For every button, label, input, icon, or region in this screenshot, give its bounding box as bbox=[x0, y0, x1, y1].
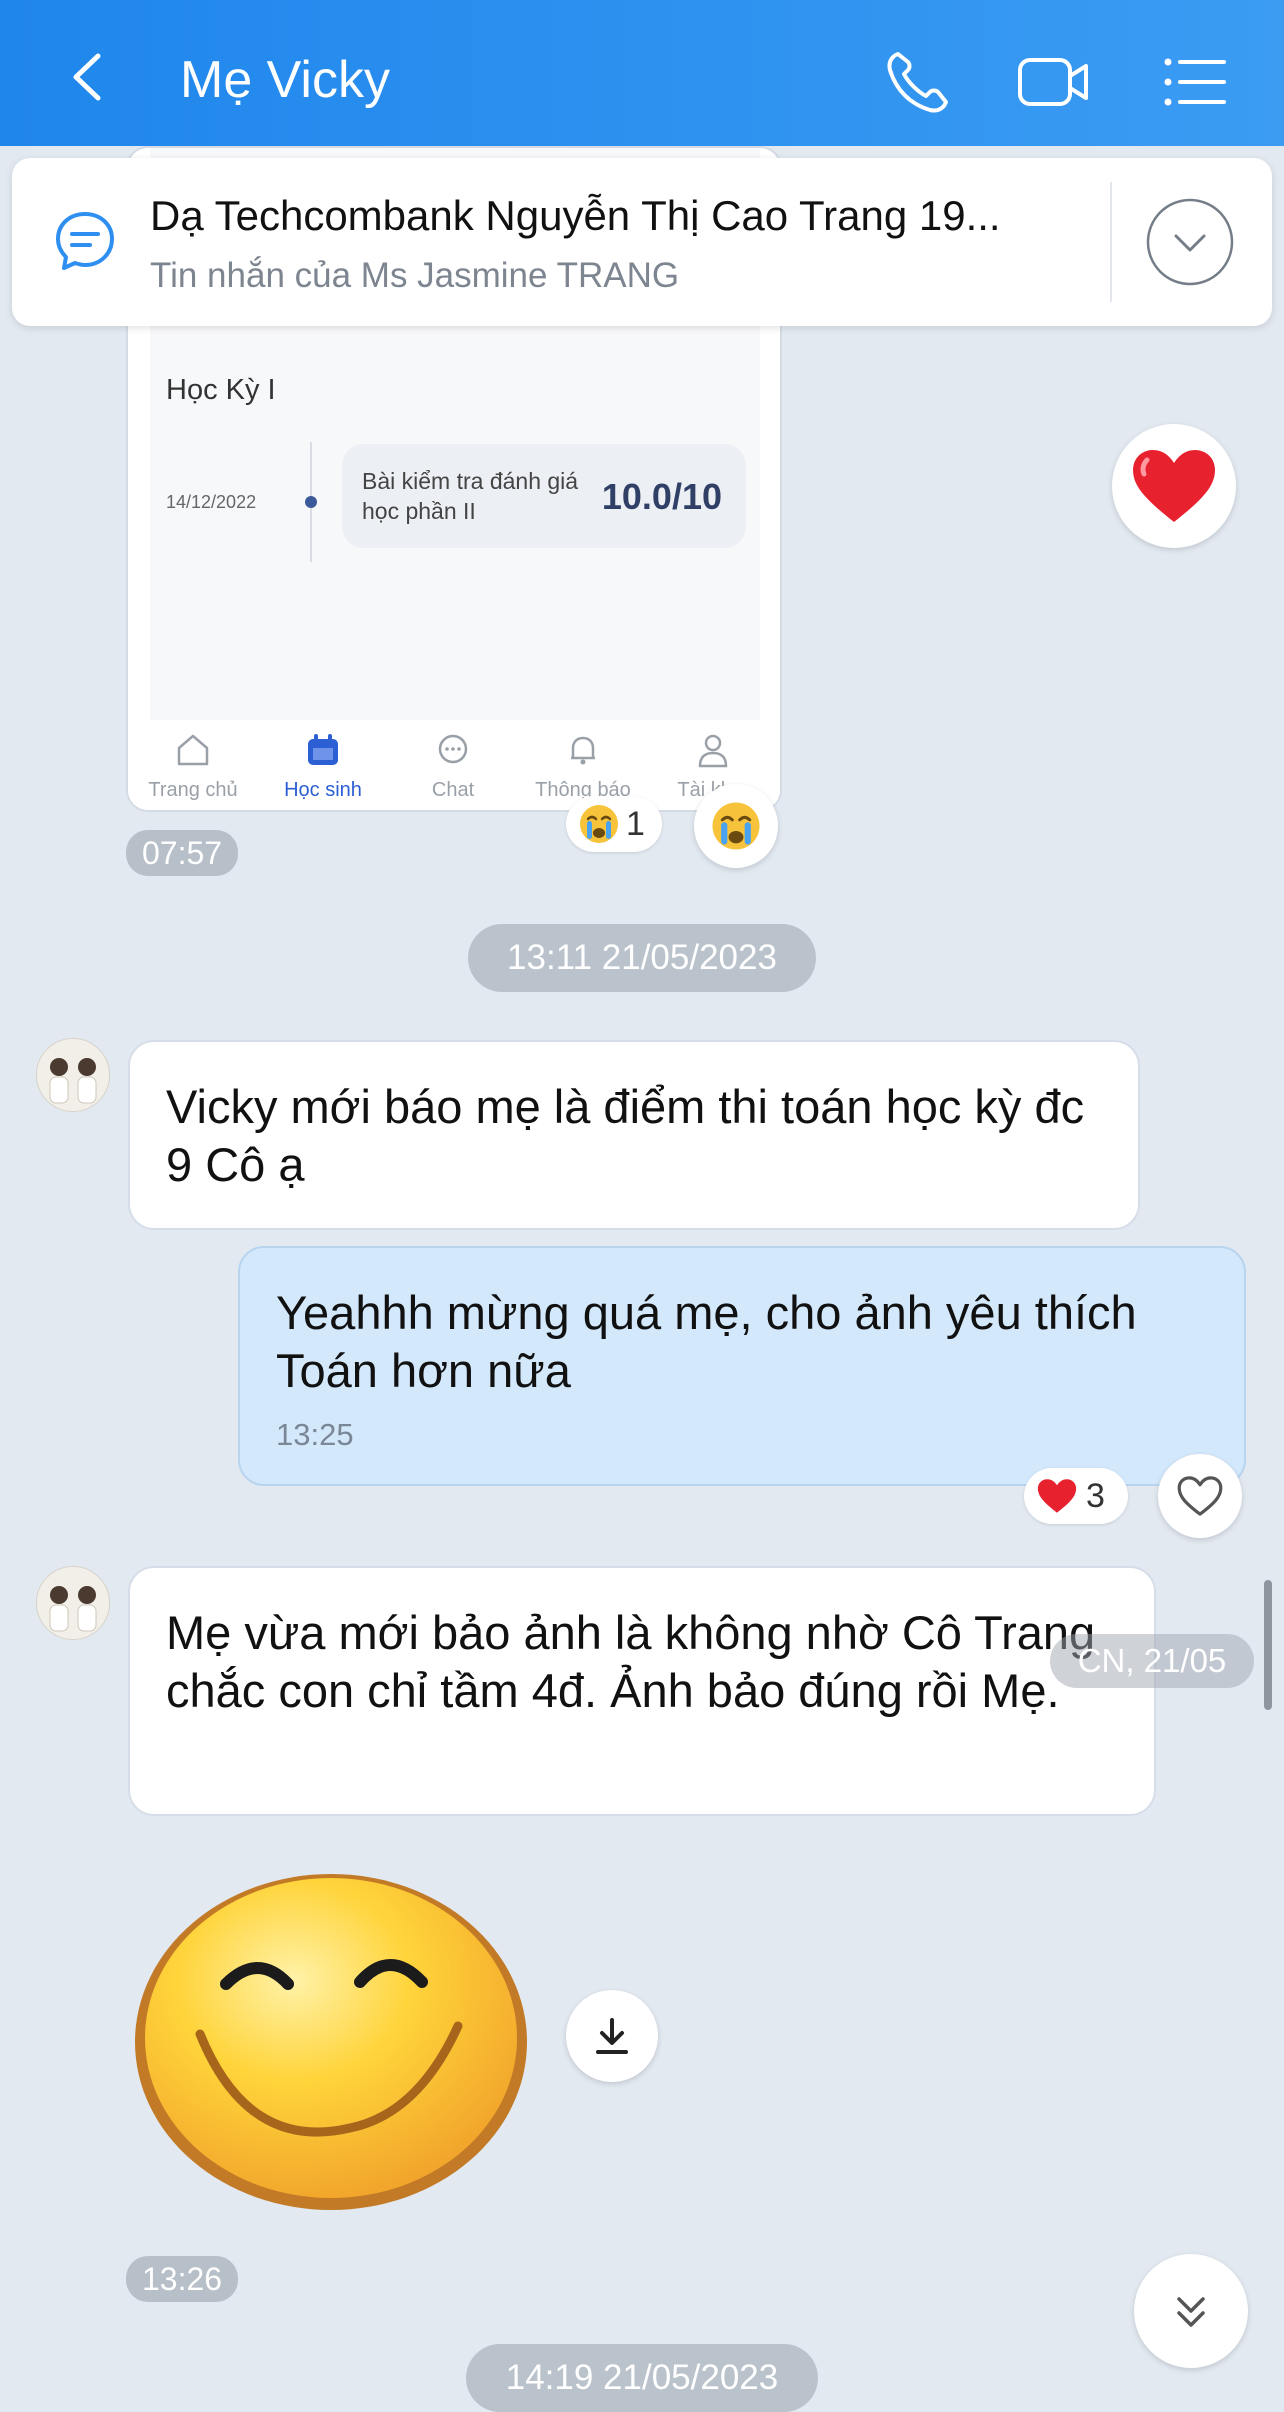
double-chevron-down-icon bbox=[1177, 2297, 1205, 2327]
avatar-image bbox=[37, 1567, 109, 1639]
person-icon bbox=[698, 734, 728, 768]
pinned-subtitle: Tin nhắn của Ms Jasmine TRANG bbox=[150, 256, 680, 295]
reaction-summary[interactable]: 3 bbox=[1024, 1468, 1128, 1524]
add-reaction-button[interactable] bbox=[694, 784, 778, 868]
test-card: Bài kiểm tra đánh giá học phần II 10.0/1… bbox=[342, 444, 746, 548]
message-time: 13:25 bbox=[276, 1417, 354, 1452]
pinned-title: Dạ Techcombank Nguyễn Thị Cao Trang 19..… bbox=[150, 192, 1001, 239]
home-icon bbox=[177, 734, 209, 766]
received-message[interactable]: Mẹ vừa mới bảo ảnh là không nhờ Cô Trang… bbox=[128, 1566, 1156, 1816]
chat-header: Mẹ Vicky bbox=[0, 0, 1284, 146]
timeline-dot bbox=[305, 496, 317, 508]
test-score: 10.0/10 bbox=[601, 476, 722, 517]
tab-students: Học sinh bbox=[258, 720, 388, 802]
avatar[interactable] bbox=[36, 1038, 110, 1112]
date-separator: 14:19 21/05/2023 bbox=[466, 2344, 818, 2412]
crying-emoji-icon bbox=[712, 802, 760, 850]
tab-notifications: Thông báo bbox=[518, 720, 648, 802]
calendar-icon bbox=[308, 734, 338, 765]
add-reaction-button[interactable] bbox=[1158, 1454, 1242, 1538]
term-label: Học Kỳ I bbox=[166, 374, 276, 406]
received-message[interactable]: Vicky mới báo mẹ là điểm thi toán học kỳ… bbox=[128, 1040, 1140, 1230]
phone-icon[interactable] bbox=[876, 42, 956, 122]
heart-reaction-button[interactable] bbox=[1112, 424, 1236, 548]
download-icon bbox=[596, 2018, 628, 2054]
tab-home: Trang chủ bbox=[128, 720, 258, 802]
message-text: Vicky mới báo mẹ là điểm thi toán học kỳ… bbox=[166, 1080, 1085, 1191]
download-button[interactable] bbox=[566, 1990, 658, 2082]
message-icon bbox=[56, 212, 114, 270]
scroll-to-bottom-button[interactable] bbox=[1134, 2254, 1248, 2368]
crying-emoji-icon bbox=[580, 805, 618, 843]
message-text: Yeahhh mừng quá mẹ, cho ảnh yêu thích To… bbox=[276, 1286, 1137, 1397]
menu-list-icon[interactable] bbox=[1156, 42, 1236, 122]
reaction-count: 3 bbox=[1086, 1476, 1105, 1515]
sent-message[interactable]: Yeahhh mừng quá mẹ, cho ảnh yêu thích To… bbox=[238, 1246, 1246, 1486]
message-time: 13:26 bbox=[126, 2256, 239, 2302]
back-arrow-icon[interactable] bbox=[52, 42, 122, 112]
pinned-divider bbox=[1110, 182, 1112, 302]
floating-date-indicator: CN, 21/05 bbox=[1050, 1634, 1254, 1688]
chat-bubble-icon bbox=[438, 734, 468, 764]
message-text: Mẹ vừa mới bảo ảnh là không nhờ Cô Trang… bbox=[166, 1606, 1096, 1717]
video-call-icon[interactable] bbox=[1014, 42, 1094, 122]
scrollbar-thumb[interactable] bbox=[1264, 1580, 1272, 1710]
avatar[interactable] bbox=[36, 1566, 110, 1640]
reaction-count: 1 bbox=[626, 804, 645, 843]
pinned-message-bar[interactable]: Dạ Techcombank Nguyễn Thị Cao Trang 19..… bbox=[12, 158, 1272, 326]
heart-icon bbox=[1133, 450, 1215, 522]
test-name: Bài kiểm tra đánh giá học phần II bbox=[362, 468, 579, 524]
tab-chat: Chat bbox=[388, 720, 518, 802]
heart-icon bbox=[1037, 1479, 1077, 1513]
bell-icon bbox=[571, 736, 595, 765]
reaction-summary[interactable]: 1 bbox=[566, 796, 662, 852]
app-tab-bar: Trang chủ Học sinh Chat Thông báo Tài kh… bbox=[128, 720, 780, 810]
heart-outline-icon bbox=[1177, 1476, 1223, 1516]
smiley-sticker[interactable] bbox=[128, 1856, 534, 2216]
chat-title[interactable]: Mẹ Vicky bbox=[180, 50, 390, 110]
chevron-down-icon[interactable] bbox=[1144, 196, 1236, 288]
avatar-image bbox=[37, 1039, 109, 1111]
message-time: 07:57 bbox=[126, 830, 239, 876]
test-date: 14/12/2022 bbox=[166, 492, 257, 512]
date-separator: 13:11 21/05/2023 bbox=[468, 924, 816, 992]
